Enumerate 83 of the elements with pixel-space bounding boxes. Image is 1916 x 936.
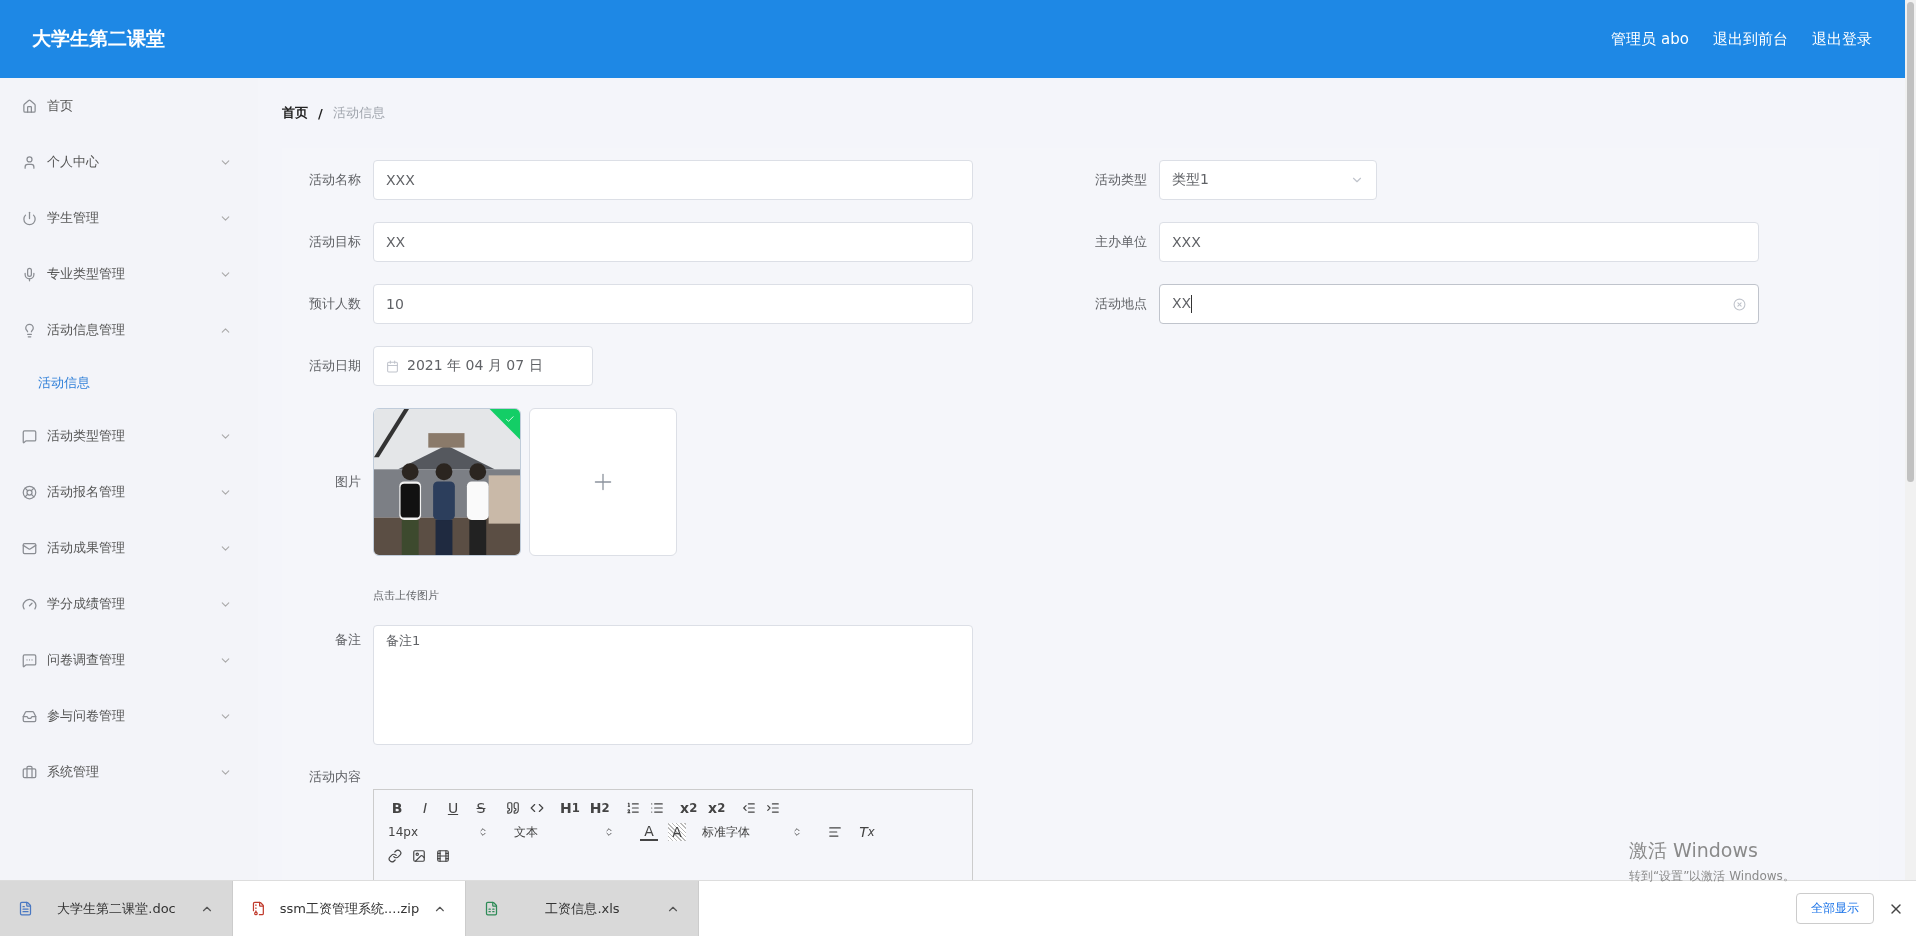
lightbulb-icon	[22, 322, 37, 338]
link-icon[interactable]	[388, 849, 402, 863]
sidebar-item[interactable]: 活动成果管理	[0, 520, 258, 576]
remark-textarea[interactable]: 备注1	[373, 625, 973, 745]
field-label: 活动名称	[308, 171, 361, 189]
indent-icon[interactable]	[765, 801, 780, 815]
breadcrumb-item[interactable]: 首页	[282, 104, 308, 122]
field-label: 备注	[334, 631, 361, 649]
toolbar-select[interactable]: 标准字体	[702, 823, 802, 841]
home-icon	[22, 98, 37, 114]
field-label: 活动内容	[308, 768, 361, 786]
lifebuoy-icon	[22, 484, 37, 500]
field-label: 活动类型	[1094, 171, 1147, 189]
sidebar-item[interactable]: 专业类型管理	[0, 246, 258, 302]
toolbar-select[interactable]: 14px	[388, 825, 488, 839]
up-down-arrows-icon	[604, 827, 614, 837]
sidebar-subitem[interactable]: 活动信息	[0, 358, 258, 408]
app-title: 大学生第二课堂	[32, 26, 165, 51]
sidebar-item[interactable]: 问卷调查管理	[0, 632, 258, 688]
field-label: 主办单位	[1094, 233, 1147, 251]
align-left-icon[interactable]	[828, 825, 842, 839]
toolbar-button[interactable]: A	[640, 823, 658, 841]
toolbar-button[interactable]: S	[472, 799, 490, 817]
code-icon[interactable]	[530, 801, 544, 815]
show-all-button[interactable]: 全部显示	[1796, 893, 1874, 924]
image-icon[interactable]	[412, 849, 426, 863]
spreadsheet-icon	[484, 901, 499, 916]
sidebar-item[interactable]: 学分成绩管理	[0, 576, 258, 632]
power-icon	[22, 210, 37, 226]
header-link[interactable]: 退出登录	[1812, 29, 1872, 49]
up-down-arrows-icon	[792, 827, 802, 837]
date-field[interactable]: 2021 年 04 月 07 日	[373, 346, 593, 386]
activation-title: 激活 Windows	[1629, 838, 1759, 863]
quote-icon[interactable]	[506, 801, 520, 815]
toolbar-button[interactable]: I	[416, 799, 434, 817]
document-icon	[18, 901, 33, 916]
breadcrumb-item: 活动信息	[332, 104, 385, 122]
toolbar-button[interactable]: U	[444, 799, 462, 817]
gauge-icon	[22, 596, 37, 612]
bullet-list-icon[interactable]	[649, 801, 664, 815]
download-item[interactable]: 大学生第二课堂.doc	[0, 881, 233, 936]
field-label: 预计人数	[308, 295, 361, 313]
field-label: 图片	[334, 473, 361, 491]
chat-icon	[22, 428, 37, 444]
ordered-list-icon[interactable]	[625, 801, 640, 815]
briefcase-icon	[22, 764, 37, 780]
calendar-icon	[386, 359, 399, 373]
field-label: 活动日期	[308, 357, 361, 375]
chat-dots-icon	[22, 652, 37, 668]
toolbar-select[interactable]: 文本	[514, 823, 614, 841]
text-field[interactable]: XXX	[1159, 222, 1759, 262]
text-field[interactable]: XX	[1159, 284, 1759, 324]
sidebar-item[interactable]: 首页	[0, 78, 258, 134]
download-item[interactable]: 工资信息.xls	[466, 881, 699, 936]
toolbar-button[interactable]: B	[388, 799, 406, 817]
sidebar-item[interactable]: 系统管理	[0, 744, 258, 800]
breadcrumb-separator: /	[318, 105, 323, 121]
user-link[interactable]: 管理员 abo	[1611, 29, 1689, 49]
toolbar-button[interactable]: A	[668, 823, 686, 841]
text-field[interactable]: XXX	[373, 160, 973, 200]
sidebar-item[interactable]: 活动报名管理	[0, 464, 258, 520]
select-field[interactable]: 类型1	[1159, 160, 1377, 200]
inbox-icon	[22, 708, 37, 724]
sidebar-item[interactable]: 个人中心	[0, 134, 258, 190]
film-icon[interactable]	[436, 849, 450, 863]
microphone-icon	[22, 266, 37, 282]
text-field[interactable]: XX	[373, 222, 973, 262]
outdent-icon[interactable]	[741, 801, 756, 815]
field-label: 活动地点	[1094, 295, 1147, 313]
sidebar-item[interactable]: 活动类型管理	[0, 408, 258, 464]
user-icon	[22, 154, 37, 170]
upload-hint: 点击上传图片	[373, 588, 440, 603]
activation-message: 转到“设置”以激活 Windows。	[1629, 868, 1795, 885]
header-link[interactable]: 退出到前台	[1713, 29, 1788, 49]
scrollbar[interactable]	[1905, 0, 1916, 880]
archive-icon	[251, 901, 266, 916]
up-down-arrows-icon	[478, 827, 488, 837]
sidebar-item[interactable]: 参与问卷管理	[0, 688, 258, 744]
sidebar-item[interactable]: 活动信息管理	[0, 302, 258, 358]
sidebar-item[interactable]: 学生管理	[0, 190, 258, 246]
field-label: 活动目标	[308, 233, 361, 251]
mail-icon	[22, 540, 37, 556]
text-field[interactable]: 10	[373, 284, 973, 324]
